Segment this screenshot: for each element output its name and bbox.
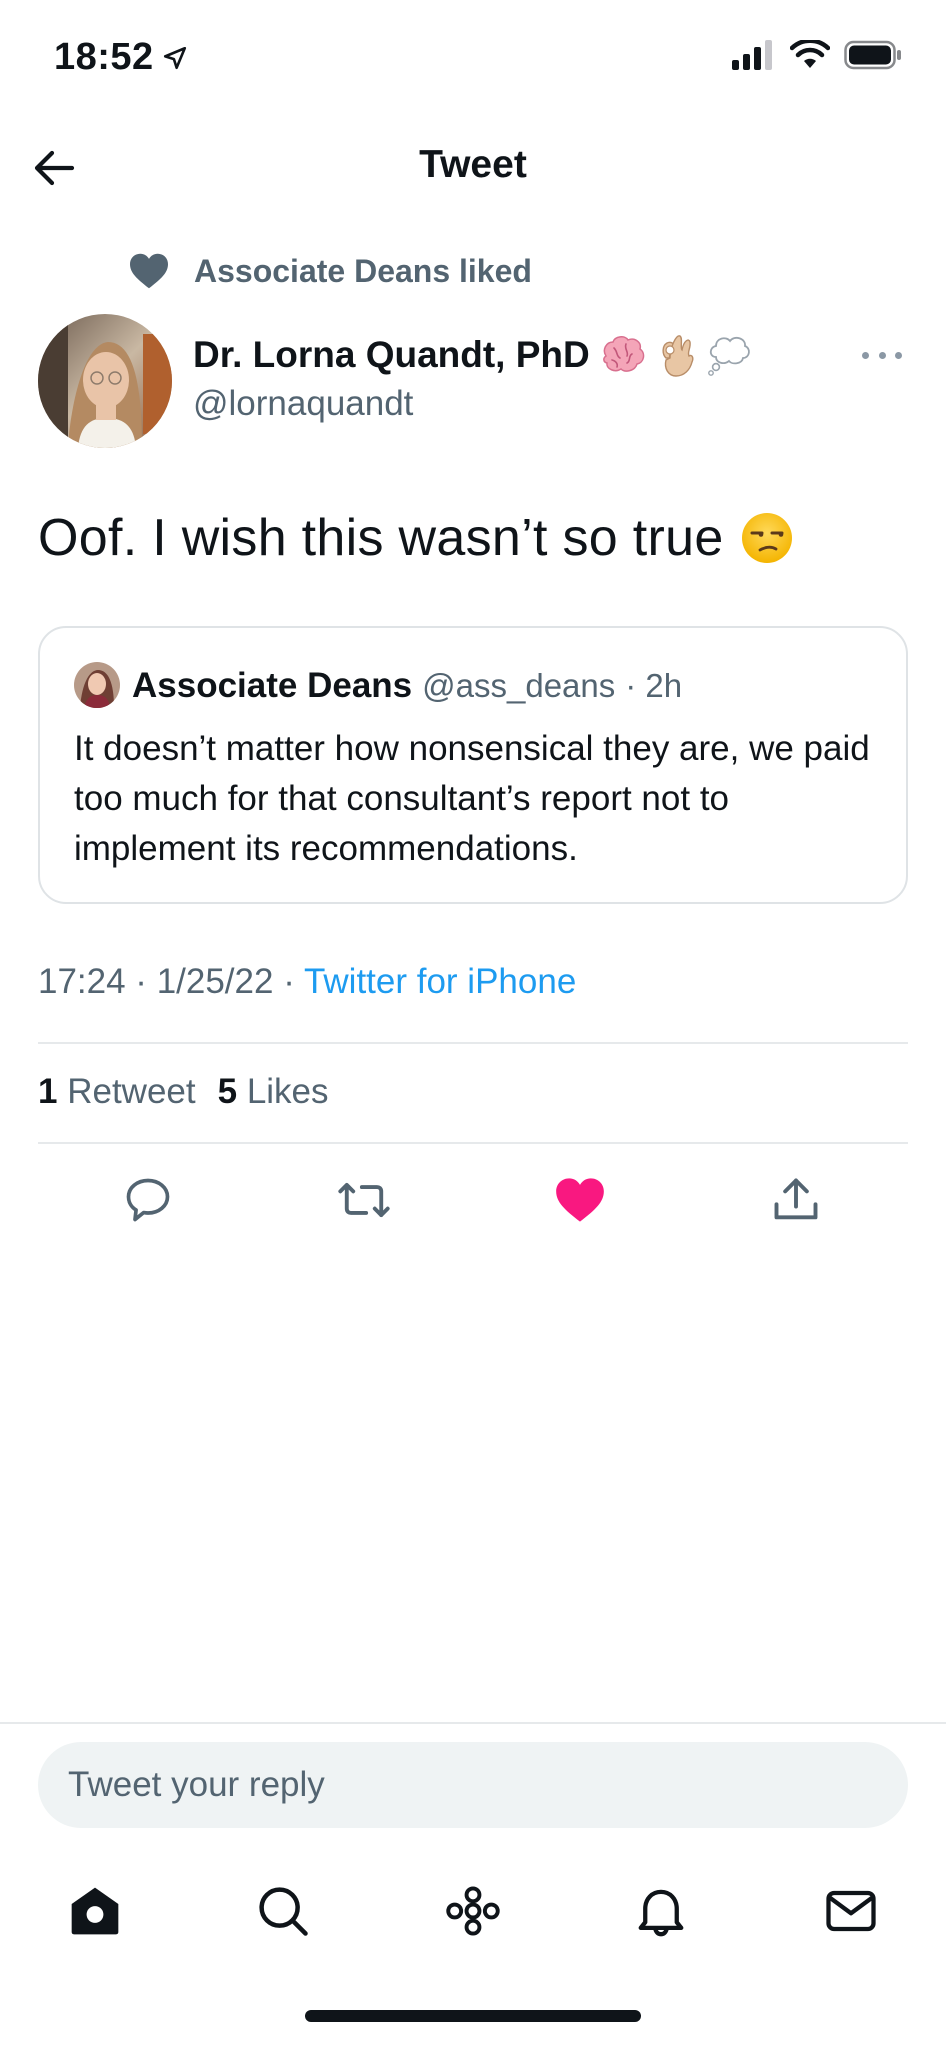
author-avatar[interactable] — [38, 314, 172, 448]
quoted-avatar-photo — [74, 662, 120, 708]
author-name: Dr. Lorna Quandt, PhD — [193, 334, 590, 375]
reply-icon — [126, 1178, 170, 1222]
brain-emoji — [602, 336, 645, 372]
like-icon — [556, 1178, 604, 1222]
divider — [38, 1042, 908, 1044]
social-context-text: Associate Deans liked — [194, 252, 532, 289]
tweet-stats: 1 Retweet 5 Likes — [38, 1072, 329, 1112]
status-bar-time: 18:52 — [54, 36, 188, 79]
spaces-icon — [446, 1886, 500, 1936]
retweet-button[interactable] — [332, 1168, 396, 1232]
social-context[interactable]: Associate Deans liked — [128, 252, 532, 290]
quoted-author-name: Associate Deans — [132, 666, 413, 705]
reply-input[interactable] — [38, 1742, 908, 1828]
tab-messages[interactable] — [816, 1876, 886, 1946]
status-time-text: 18:52 — [54, 36, 154, 78]
cellular-signal-icon — [732, 40, 772, 70]
tab-search[interactable] — [248, 1876, 318, 1946]
retweet-icon — [338, 1182, 390, 1218]
quoted-author-handle: @ass_deans — [422, 667, 616, 704]
reply-bar-border — [0, 1722, 946, 1724]
unamused-face-emoji — [741, 513, 792, 563]
likes-label: Likes — [246, 1072, 329, 1111]
home-indicator — [305, 2010, 641, 2022]
avatar-photo — [38, 314, 172, 448]
status-bar-indicators — [732, 40, 902, 70]
likes-count: 5 — [217, 1072, 238, 1111]
tab-notifications[interactable] — [626, 1876, 696, 1946]
quoted-tweet-header: Associate Deans @ass_deans · 2h — [132, 666, 682, 706]
quoted-tweet-text: It doesn’t matter how nonsensical they a… — [74, 729, 870, 868]
messages-icon — [826, 1890, 876, 1932]
share-icon — [774, 1178, 818, 1220]
search-icon — [259, 1887, 308, 1936]
thought-balloon-emoji — [707, 336, 750, 376]
notifications-icon — [638, 1889, 684, 1937]
home-icon — [71, 1887, 119, 1935]
tab-home[interactable] — [60, 1876, 130, 1946]
divider — [38, 1142, 908, 1144]
quoted-tweet-time: · 2h — [625, 667, 683, 704]
retweets-label: Retweet — [67, 1072, 196, 1111]
tweet-text-content: Oof. I wish this wasn’t so true — [38, 509, 724, 567]
ok-hand-emoji — [662, 335, 694, 377]
heart-icon — [130, 253, 168, 289]
author-name-row[interactable]: Dr. Lorna Quandt, PhD — [193, 332, 752, 378]
retweets-count: 1 — [38, 1072, 58, 1111]
retweets-stat[interactable]: 1 Retweet — [38, 1072, 196, 1112]
tweet-meta: 17:24 · 1/25/22 · Twitter for iPhone — [38, 962, 576, 1002]
quoted-author-avatar — [74, 662, 120, 708]
wifi-icon — [790, 40, 830, 68]
page-title: Tweet — [419, 143, 527, 186]
author-handle[interactable]: @lornaquandt — [193, 384, 413, 424]
share-button[interactable] — [764, 1168, 828, 1232]
location-arrow-icon — [163, 46, 186, 69]
tweet-text: Oof. I wish this wasn’t so true — [38, 508, 794, 568]
tab-spaces[interactable] — [438, 1876, 508, 1946]
likes-stat[interactable]: 5 Likes — [218, 1072, 329, 1112]
more-options-icon[interactable] — [862, 340, 902, 370]
tweet-timestamp: 17:24 · 1/25/22 · — [38, 962, 304, 1001]
like-button[interactable] — [548, 1168, 612, 1232]
reply-button[interactable] — [116, 1168, 180, 1232]
tweet-source-link[interactable]: Twitter for iPhone — [304, 962, 576, 1001]
battery-icon — [844, 40, 901, 70]
quoted-tweet-card[interactable]: Associate Deans @ass_deans · 2h It doesn… — [38, 626, 908, 904]
